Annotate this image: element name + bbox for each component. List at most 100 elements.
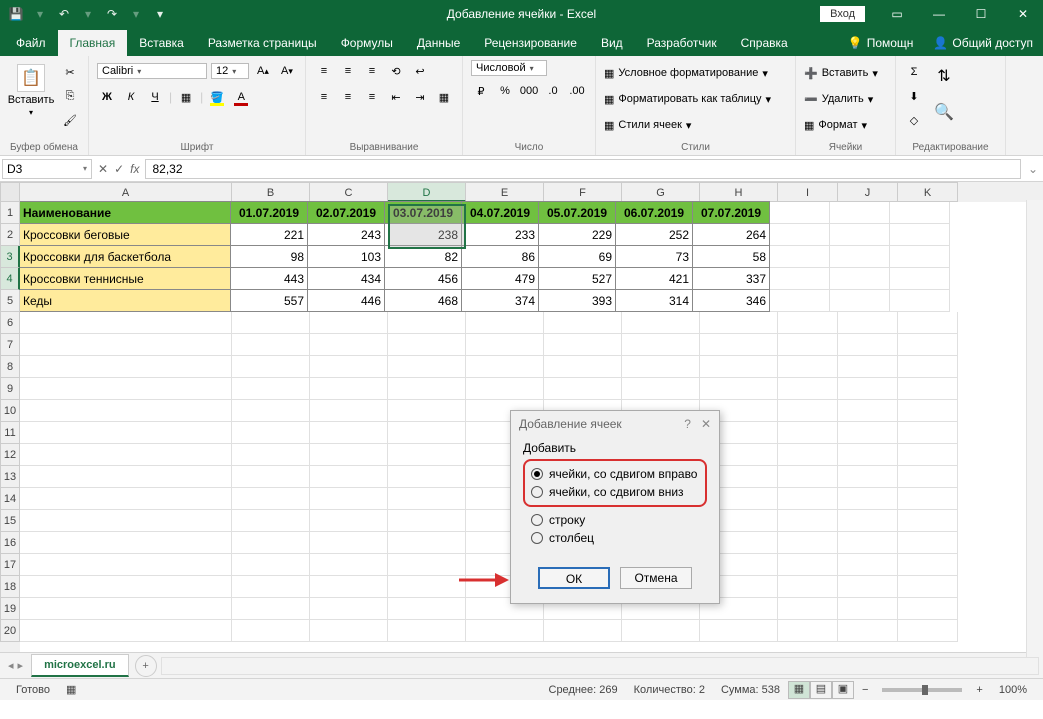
cell[interactable] — [310, 378, 388, 400]
cell[interactable]: 468 — [384, 289, 462, 312]
tab-insert[interactable]: Вставка — [127, 30, 196, 56]
copy-icon[interactable]: ⎘ — [60, 86, 80, 106]
cell[interactable]: 69 — [538, 245, 616, 268]
cell[interactable] — [20, 554, 232, 576]
cell[interactable] — [310, 444, 388, 466]
cell[interactable] — [838, 466, 898, 488]
comma-icon[interactable]: 000 — [519, 81, 539, 101]
cell[interactable]: 58 — [692, 245, 770, 268]
cell[interactable]: 337 — [692, 267, 770, 290]
cell[interactable] — [838, 576, 898, 598]
cell[interactable] — [622, 312, 700, 334]
fill-icon[interactable]: ⬇ — [904, 86, 924, 106]
cell[interactable] — [388, 554, 466, 576]
tab-file[interactable]: Файл — [4, 30, 58, 56]
cell[interactable] — [388, 378, 466, 400]
align-bottom-icon[interactable]: ≡ — [362, 61, 382, 81]
tab-developer[interactable]: Разработчик — [635, 30, 729, 56]
cell[interactable] — [310, 620, 388, 642]
cell[interactable] — [232, 444, 310, 466]
align-middle-icon[interactable]: ≡ — [338, 61, 358, 81]
cell[interactable] — [778, 334, 838, 356]
formula-input[interactable]: 82,32 — [145, 159, 1021, 179]
cell[interactable] — [838, 598, 898, 620]
cell[interactable] — [20, 334, 232, 356]
cell[interactable] — [898, 576, 958, 598]
cell[interactable] — [770, 290, 830, 312]
cell[interactable] — [898, 400, 958, 422]
cell[interactable] — [898, 532, 958, 554]
cell[interactable] — [232, 312, 310, 334]
tab-help[interactable]: Справка — [729, 30, 800, 56]
cell[interactable] — [388, 356, 466, 378]
cell[interactable] — [232, 510, 310, 532]
expand-formula-icon[interactable]: ⌄ — [1023, 162, 1043, 176]
cell[interactable] — [388, 334, 466, 356]
signin-button[interactable]: Вход — [820, 6, 865, 22]
cell[interactable]: 456 — [384, 267, 462, 290]
ribbon-options-icon[interactable]: ▭ — [877, 0, 917, 28]
horizontal-scrollbar[interactable] — [161, 657, 1039, 675]
cell[interactable] — [232, 576, 310, 598]
view-page-layout-icon[interactable]: ▤ — [810, 681, 832, 699]
cell[interactable] — [778, 378, 838, 400]
row-header[interactable]: 11 — [0, 422, 20, 444]
cell[interactable] — [20, 488, 232, 510]
cell[interactable]: 264 — [692, 223, 770, 246]
cell[interactable] — [898, 554, 958, 576]
cell[interactable] — [388, 532, 466, 554]
cell[interactable] — [700, 378, 778, 400]
sheet-nav-first-icon[interactable]: ◂ — [8, 659, 14, 672]
conditional-formatting-button[interactable]: ▦ Условное форматирование ▾ — [604, 62, 787, 84]
cell[interactable] — [838, 554, 898, 576]
save-icon[interactable]: 💾 — [6, 4, 26, 24]
cell[interactable]: 73 — [615, 245, 693, 268]
vertical-scrollbar[interactable] — [1026, 200, 1043, 669]
cell[interactable] — [466, 312, 544, 334]
cell[interactable] — [622, 620, 700, 642]
autosum-icon[interactable]: Σ — [904, 62, 924, 82]
share-button[interactable]: 👤Общий доступ — [923, 30, 1043, 56]
sheet-tab[interactable]: microexcel.ru — [31, 654, 129, 677]
font-name-combo[interactable]: Calibri▾ — [97, 63, 207, 79]
cell[interactable] — [466, 334, 544, 356]
close-icon[interactable]: ✕ — [1003, 0, 1043, 28]
fx-icon[interactable]: fx — [130, 162, 139, 176]
cell[interactable] — [20, 532, 232, 554]
fill-color-icon[interactable]: 🪣 — [207, 87, 227, 107]
redo-icon[interactable]: ↷ — [102, 4, 122, 24]
cell[interactable]: 04.07.2019 — [461, 201, 539, 224]
cell[interactable] — [778, 532, 838, 554]
row-header[interactable]: 1 — [0, 202, 20, 224]
column-header[interactable]: E — [466, 182, 544, 202]
cell[interactable] — [20, 466, 232, 488]
cell[interactable]: 374 — [461, 289, 539, 312]
ok-button[interactable]: ОК — [538, 567, 610, 589]
qat-customize-icon[interactable]: ▾ — [150, 4, 170, 24]
cell[interactable] — [310, 422, 388, 444]
cell[interactable]: 233 — [461, 223, 539, 246]
cell[interactable] — [898, 598, 958, 620]
cell[interactable] — [310, 598, 388, 620]
cell[interactable]: 421 — [615, 267, 693, 290]
cell[interactable] — [830, 224, 890, 246]
cell[interactable] — [890, 246, 950, 268]
row-header[interactable]: 6 — [0, 312, 20, 334]
cell[interactable]: Кроссовки для баскетбола — [20, 245, 231, 268]
cell[interactable]: 527 — [538, 267, 616, 290]
cell[interactable] — [830, 290, 890, 312]
align-top-icon[interactable]: ≡ — [314, 61, 334, 81]
format-painter-icon[interactable]: 🖌 — [60, 110, 80, 130]
select-all-button[interactable] — [0, 182, 20, 202]
cell[interactable] — [700, 620, 778, 642]
name-box[interactable]: D3▾ — [2, 159, 92, 179]
dialog-close-icon[interactable]: ✕ — [701, 417, 711, 431]
paste-button[interactable]: 📋 Вставить ▾ — [8, 60, 54, 117]
cell[interactable] — [838, 312, 898, 334]
zoom-level[interactable]: 100% — [991, 684, 1035, 696]
cell[interactable] — [838, 532, 898, 554]
cut-icon[interactable]: ✂ — [60, 62, 80, 82]
cell[interactable]: Кроссовки теннисные — [20, 267, 231, 290]
cell[interactable]: 03.07.2019 — [384, 201, 462, 224]
cell[interactable] — [310, 510, 388, 532]
